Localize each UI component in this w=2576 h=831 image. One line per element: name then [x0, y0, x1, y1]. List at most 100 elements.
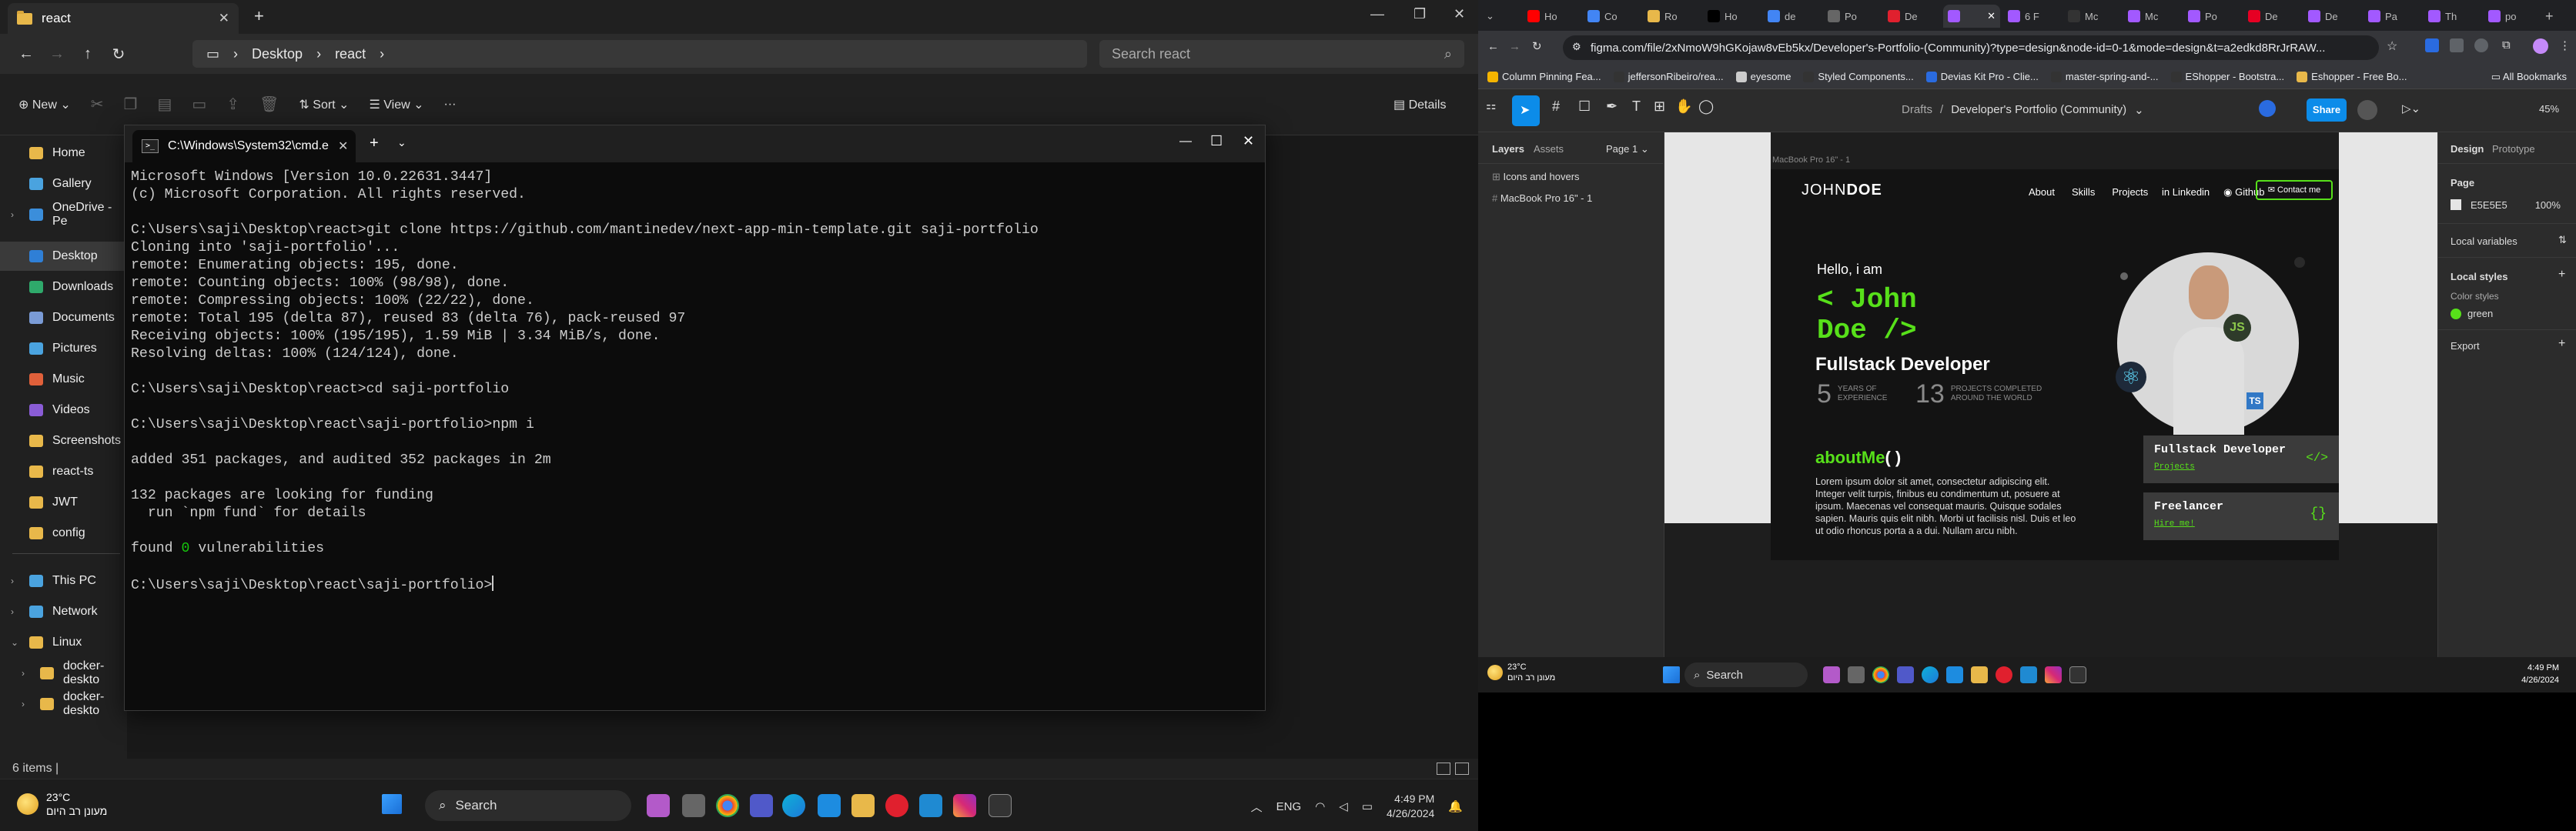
- bookmark-item[interactable]: Styled Components...: [1803, 71, 1914, 82]
- export-label[interactable]: Export: [2451, 340, 2480, 352]
- design-tab[interactable]: Design: [2451, 143, 2484, 155]
- figma-menu-icon[interactable]: ⚏: [1486, 98, 1501, 114]
- forward-icon[interactable]: →: [42, 45, 72, 63]
- extension-icon[interactable]: [2474, 38, 2488, 52]
- share-button[interactable]: Share: [2307, 98, 2347, 122]
- breadcrumb-react[interactable]: react: [335, 46, 366, 62]
- tab-search-icon[interactable]: ⌄: [1481, 5, 1494, 28]
- instagram-icon[interactable]: [953, 794, 976, 817]
- mail-icon[interactable]: [818, 794, 841, 817]
- assets-tab[interactable]: Assets: [1534, 143, 1564, 155]
- bookmark-item[interactable]: master-spring-and-...: [2050, 71, 2159, 82]
- refresh-icon[interactable]: ↻: [103, 45, 134, 64]
- sidebar-item[interactable]: › docker-deskto: [0, 659, 127, 688]
- browser-tab[interactable]: Mc: [2063, 5, 2120, 28]
- bookmark-item[interactable]: jeffersonRibeiro/rea...: [1613, 71, 1724, 82]
- extension-icon[interactable]: [2425, 38, 2439, 52]
- task-view-icon[interactable]: [682, 794, 705, 817]
- terminal-output[interactable]: Microsoft Windows [Version 10.0.22631.34…: [131, 169, 1257, 710]
- sidebar-item[interactable]: › OneDrive - Pe: [0, 200, 127, 229]
- bookmark-item[interactable]: Eshopper - Free Bo...: [2297, 71, 2407, 82]
- chrome-icon[interactable]: [716, 794, 739, 817]
- browser-tab[interactable]: De: [2243, 5, 2300, 28]
- color-swatch[interactable]: [2451, 199, 2461, 210]
- text-tool-icon[interactable]: T: [1632, 98, 1641, 115]
- minimize-icon[interactable]: —: [1370, 6, 1384, 22]
- close-tab-icon[interactable]: ✕: [219, 11, 229, 26]
- add-style-icon[interactable]: +: [2558, 268, 2565, 282]
- chevron-up-icon[interactable]: ︿: [1251, 799, 1263, 815]
- comment-tool-icon[interactable]: ◯: [1698, 98, 1714, 115]
- address-box[interactable]: ▭ › Desktop › react ›: [192, 40, 1087, 68]
- weather-widget[interactable]: 23°C מעונן רב היום: [17, 790, 107, 818]
- paste-icon[interactable]: ▤: [157, 95, 172, 114]
- wifi-icon[interactable]: ◠: [1315, 799, 1325, 813]
- sidebar-item[interactable]: › This PC: [0, 566, 127, 596]
- hand-tool-icon[interactable]: ✋: [1675, 98, 1692, 115]
- zoom-level[interactable]: 45%: [2539, 103, 2559, 115]
- volume-icon[interactable]: ◁: [1339, 799, 1348, 813]
- sidebar-item[interactable]: Pictures: [0, 334, 127, 363]
- terminal-taskbar-icon[interactable]: [989, 794, 1012, 817]
- chevron-right-icon[interactable]: ›: [11, 606, 14, 617]
- notification-icon[interactable]: 🔔: [1448, 799, 1463, 813]
- back-icon[interactable]: ←: [1487, 40, 1499, 53]
- nav-projects[interactable]: Projects: [2112, 186, 2148, 198]
- sidebar-item[interactable]: ⌄ Linux: [0, 628, 127, 657]
- sidebar-item[interactable]: JWT: [0, 488, 127, 517]
- drafts-label[interactable]: Drafts: [1902, 103, 1932, 117]
- close-tab-icon[interactable]: ✕: [338, 138, 348, 154]
- maximize-icon[interactable]: ☐: [1210, 133, 1223, 149]
- shape-tool-icon[interactable]: ☐: [1578, 98, 1591, 115]
- delete-icon[interactable]: 🗑: [259, 95, 279, 114]
- nav-skills[interactable]: Skills: [2072, 186, 2095, 198]
- browser-tab[interactable]: Mc: [2123, 5, 2180, 28]
- chrome-menu-icon[interactable]: ⋮: [2559, 38, 2571, 52]
- pen-tool-icon[interactable]: ✒: [1606, 98, 1618, 115]
- dropdown-icon[interactable]: ⌄: [397, 136, 406, 149]
- language[interactable]: ENG: [1276, 800, 1302, 813]
- bookmark-star-icon[interactable]: ☆: [2387, 38, 2397, 54]
- browser-tab[interactable]: De: [2303, 5, 2360, 28]
- browser-tab[interactable]: Po: [2183, 5, 2240, 28]
- vscode-icon[interactable]: [919, 794, 942, 817]
- bookmark-item[interactable]: Column Pinning Fea...: [1487, 71, 1601, 82]
- browser-tab[interactable]: Po: [1823, 5, 1880, 28]
- bookmark-item[interactable]: Devias Kit Pro - Clie...: [1925, 71, 2039, 82]
- chevron-down-icon[interactable]: ⌄: [11, 637, 18, 648]
- browser-tab[interactable]: Ho: [1523, 5, 1580, 28]
- edge-icon[interactable]: [782, 794, 805, 817]
- new-tab-icon[interactable]: +: [370, 135, 379, 152]
- logo[interactable]: JOHNDOE: [1802, 182, 1882, 199]
- browser-tab[interactable]: de: [1763, 5, 1820, 28]
- browser-tab[interactable]: Co: [1583, 5, 1640, 28]
- nav-about[interactable]: About: [2029, 186, 2055, 198]
- new-button[interactable]: ⊕ New ⌄: [18, 97, 71, 112]
- page-color-row[interactable]: E5E5E5 100% ◉: [2451, 199, 2576, 211]
- role-card[interactable]: Freelancer Hire me! {}: [2143, 492, 2339, 540]
- explorer-tab[interactable]: react ✕: [8, 3, 239, 34]
- site-info-icon[interactable]: ⚙: [1572, 41, 1581, 53]
- sidebar-item[interactable]: Home: [0, 138, 127, 168]
- vscode-icon[interactable]: [2020, 666, 2037, 683]
- page-color-value[interactable]: E5E5E5: [2471, 199, 2507, 211]
- close-window-icon[interactable]: ✕: [1454, 6, 1465, 22]
- instagram-icon[interactable]: [2045, 666, 2062, 683]
- teams-icon[interactable]: [1897, 666, 1914, 683]
- file-explorer-icon[interactable]: [851, 794, 875, 817]
- sidebar-item[interactable]: Videos: [0, 395, 127, 425]
- reload-icon[interactable]: ↻: [1532, 39, 1542, 53]
- weather-widget[interactable]: 23°C מעונן רב היום: [1487, 662, 1555, 683]
- view-button[interactable]: ☰ View ⌄: [369, 97, 423, 112]
- details-view-icon[interactable]: [1437, 763, 1450, 775]
- rename-icon[interactable]: ▭: [192, 95, 206, 114]
- chevron-down-icon[interactable]: ⌄: [2134, 103, 2144, 117]
- sidebar-item[interactable]: react-ts: [0, 457, 127, 486]
- forward-icon[interactable]: →: [1509, 40, 1521, 53]
- sidebar-item[interactable]: Screenshots: [0, 426, 127, 456]
- profile-avatar[interactable]: [2533, 38, 2548, 54]
- prototype-tab[interactable]: Prototype: [2492, 143, 2535, 155]
- maximize-icon[interactable]: ❐: [1413, 6, 1426, 22]
- start-icon[interactable]: [382, 794, 402, 814]
- add-export-icon[interactable]: +: [2558, 337, 2565, 351]
